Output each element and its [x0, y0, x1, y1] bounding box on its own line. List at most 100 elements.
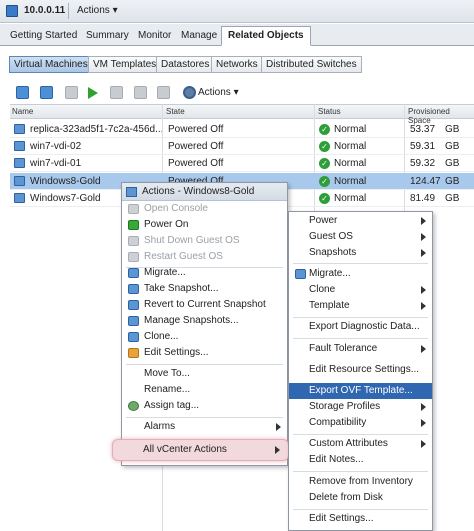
menu-item-label: Snapshots	[309, 247, 357, 258]
menu-item-move-to[interactable]: Move To...	[122, 366, 287, 382]
suspend-icon[interactable]	[134, 86, 147, 99]
submenu-item-guest-os[interactable]: Guest OS	[289, 229, 432, 245]
subtab-distributed-switches[interactable]: Distributed Switches	[261, 56, 362, 73]
menu-separator	[293, 509, 428, 510]
check-icon: ✓	[319, 176, 330, 187]
vm-context-menu: Actions - Windows8-Gold Open Console Pow…	[112, 182, 289, 466]
menu-item-label: Manage Snapshots...	[144, 315, 239, 326]
submenu-item-compatibility[interactable]: Compatibility	[289, 415, 432, 431]
submenu-item-export-diagnostic-data[interactable]: Export Diagnostic Data...	[289, 319, 432, 335]
check-icon: ✓	[319, 141, 330, 152]
vm-icon	[14, 158, 25, 168]
submenu-item-storage-profiles[interactable]: Storage Profiles	[289, 399, 432, 415]
table-row[interactable]: win7-vdi-01 Powered Off ✓ Normal 59.32 G…	[10, 155, 474, 172]
manage-snapshots-icon	[128, 316, 139, 326]
top-actions-menu[interactable]: Actions ▾	[77, 5, 118, 16]
submenu-item-edit-notes[interactable]: Edit Notes...	[289, 452, 432, 468]
menu-item-assign-tag[interactable]: Assign tag...	[122, 398, 287, 414]
vm-space-unit: GB	[445, 141, 460, 152]
tab-monitor[interactable]: Monitor	[132, 27, 177, 45]
tab-getting-started[interactable]: Getting Started	[4, 27, 83, 45]
menu-item-label: Edit Settings...	[309, 513, 374, 524]
restart-icon	[128, 252, 139, 262]
menu-item-all-vcenter-actions[interactable]: All vCenter Actions	[112, 439, 289, 461]
chevron-right-icon	[421, 233, 426, 241]
submenu-item-delete-from-disk[interactable]: Delete from Disk	[289, 490, 432, 506]
tag-icon	[128, 401, 139, 411]
clone-icon	[128, 332, 139, 342]
menu-item-clone[interactable]: Clone...	[122, 329, 287, 345]
deploy-template-icon[interactable]	[40, 86, 53, 99]
subtab-virtual-machines[interactable]: Virtual Machines	[9, 56, 93, 73]
tab-related-objects[interactable]: Related Objects	[221, 26, 311, 46]
toolbar-actions-menu[interactable]: Actions ▾	[198, 87, 239, 98]
vm-icon	[14, 193, 25, 203]
menu-item-power-on[interactable]: Power On	[122, 217, 287, 233]
all-vcenter-actions-submenu: Power Guest OS Snapshots Migrate... Clon…	[288, 211, 433, 531]
menu-item-label: Custom Attributes	[309, 438, 388, 449]
menu-item-revert-snapshot[interactable]: Revert to Current Snapshot	[122, 297, 287, 313]
vm-status: Normal	[334, 141, 367, 152]
menu-item-edit-settings[interactable]: Edit Settings...	[122, 345, 287, 361]
vm-status: Normal	[334, 124, 367, 135]
menu-separator	[126, 417, 283, 418]
menu-item-shut-down-guest-os[interactable]: Shut Down Guest OS	[122, 233, 287, 249]
menu-item-manage-snapshots[interactable]: Manage Snapshots...	[122, 313, 287, 329]
subtab-networks[interactable]: Networks	[211, 56, 263, 73]
menu-item-alarms[interactable]: Alarms	[122, 419, 287, 435]
revert-snapshot-icon	[128, 300, 139, 310]
menu-item-label: Clone...	[144, 331, 179, 342]
menu-item-open-console[interactable]: Open Console	[122, 201, 287, 217]
snapshot-icon	[128, 284, 139, 294]
submenu-item-template[interactable]: Template	[289, 298, 432, 314]
submenu-item-snapshots[interactable]: Snapshots	[289, 245, 432, 261]
vm-status: Normal	[334, 158, 367, 169]
vm-space: 53.37	[410, 124, 436, 135]
vm-status: Normal	[334, 176, 367, 187]
submenu-item-clone[interactable]: Clone	[289, 282, 432, 298]
menu-item-label: Rename...	[144, 384, 191, 395]
vm-space: 81.49	[410, 193, 436, 204]
menu-item-label: Storage Profiles	[309, 401, 381, 412]
power-off-icon[interactable]	[110, 86, 123, 99]
host-name[interactable]: 10.0.0.11	[24, 5, 65, 16]
tab-manage[interactable]: Manage	[175, 27, 223, 45]
host-icon	[6, 5, 18, 17]
menu-item-take-snapshot[interactable]: Take Snapshot...	[122, 281, 287, 297]
column-state[interactable]: State	[166, 107, 185, 116]
console-icon[interactable]	[65, 86, 78, 99]
menu-item-restart-guest-os[interactable]: Restart Guest OS	[122, 249, 287, 265]
submenu-item-fault-tolerance[interactable]: Fault Tolerance	[289, 341, 432, 357]
table-row[interactable]: replica-323ad5f1-7c2a-456d... Powered Of…	[10, 121, 474, 138]
submenu-item-edit-resource-settings[interactable]: Edit Resource Settings...	[289, 362, 432, 378]
submenu-item-migrate[interactable]: Migrate...	[289, 266, 432, 282]
submenu-item-custom-attributes[interactable]: Custom Attributes	[289, 436, 432, 452]
edit-settings-icon	[128, 348, 139, 358]
submenu-item-edit-settings[interactable]: Edit Settings...	[289, 511, 432, 527]
column-status[interactable]: Status	[318, 107, 341, 116]
submenu-item-power[interactable]: Power	[289, 213, 432, 229]
chevron-right-icon	[421, 302, 426, 310]
tab-summary[interactable]: Summary	[80, 27, 135, 45]
submenu-item-export-ovf-template[interactable]: Export OVF Template...	[289, 383, 432, 399]
gear-icon[interactable]	[183, 86, 196, 99]
snapshot-icon[interactable]	[157, 86, 170, 99]
menu-item-label: Edit Resource Settings...	[309, 364, 420, 375]
menu-item-label: Template	[309, 300, 350, 311]
submenu-item-remove-from-inventory[interactable]: Remove from Inventory	[289, 474, 432, 490]
menu-item-rename[interactable]: Rename...	[122, 382, 287, 398]
vm-space-unit: GB	[445, 176, 460, 187]
table-row[interactable]: win7-vdi-02 Powered Off ✓ Normal 59.31 G…	[10, 138, 474, 155]
column-name[interactable]: Name	[12, 107, 33, 116]
power-on-icon[interactable]	[88, 87, 98, 99]
menu-item-label: Clone	[309, 284, 336, 295]
divider	[68, 3, 69, 19]
menu-item-migrate[interactable]: Migrate...	[122, 265, 287, 281]
menu-item-label: Move To...	[144, 368, 190, 379]
menu-item-label: Guest OS	[309, 231, 353, 242]
vm-space: 59.32	[410, 158, 436, 169]
menu-item-label: Edit Settings...	[144, 347, 209, 358]
new-vm-icon[interactable]	[16, 86, 29, 99]
subtab-datastores[interactable]: Datastores	[156, 56, 215, 73]
subtab-vm-templates[interactable]: VM Templates	[88, 56, 162, 73]
